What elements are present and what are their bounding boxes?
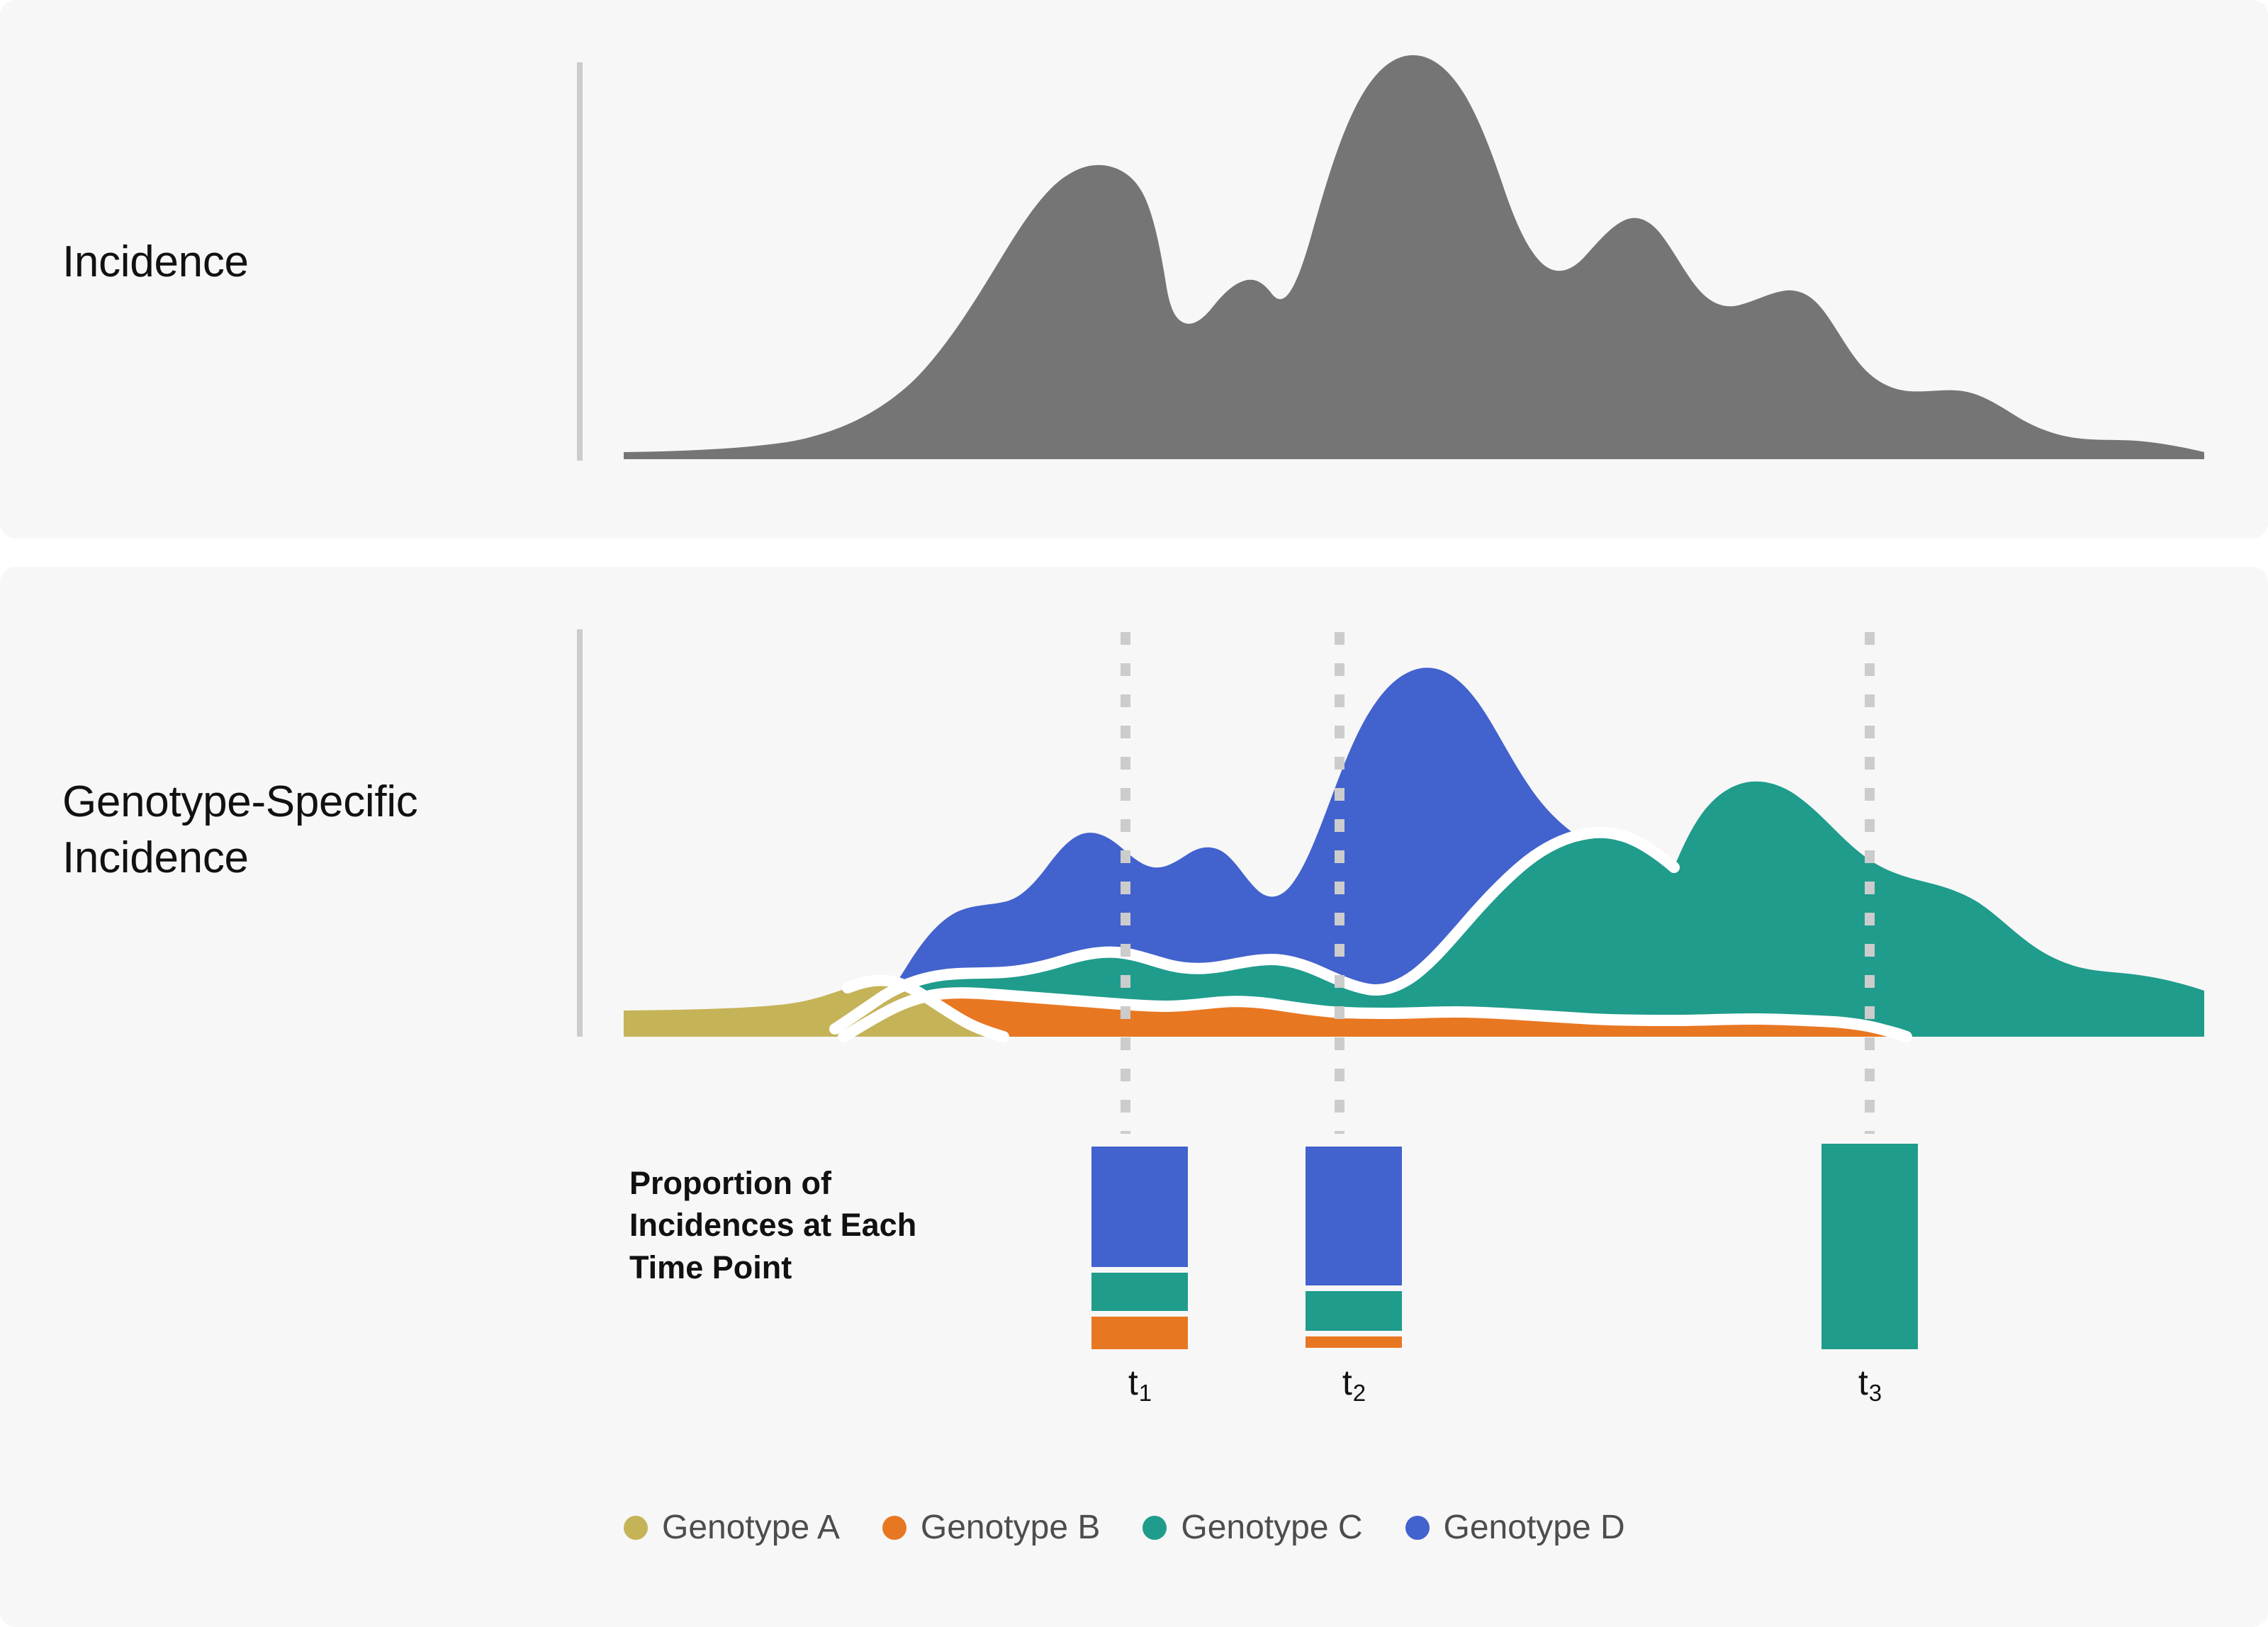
figure-root: Incidence Genotype-Specific Incidence Pr… [0,0,2268,1627]
tick-label-t1: t1 [1128,1363,1152,1406]
bar-t1-genotype-c [1091,1273,1188,1311]
legend-swatch-icon [1143,1515,1167,1540]
proportion-bar-t1 [1091,1147,1188,1349]
legend-label: Genotype C [1181,1509,1363,1546]
legend: Genotype A Genotype B Genotype C Genotyp… [624,1508,1625,1547]
bar-t1-genotype-b [1091,1317,1188,1349]
proportion-bar-t3 [1821,1144,1918,1349]
legend-label: Genotype B [920,1509,1101,1546]
legend-label: Genotype D [1443,1509,1625,1546]
legend-item-genotype-a[interactable]: Genotype A [624,1508,840,1547]
legend-label: Genotype A [662,1509,840,1546]
bar-t1-genotype-d [1091,1147,1188,1267]
bar-t2-genotype-b [1306,1336,1402,1348]
bar-t3-genotype-c [1821,1144,1918,1349]
incidence-area [624,55,2204,459]
legend-item-genotype-c[interactable]: Genotype C [1143,1508,1363,1547]
axis-line-genotype [577,629,583,1037]
legend-item-genotype-d[interactable]: Genotype D [1405,1508,1625,1547]
legend-swatch-icon [882,1515,906,1540]
bar-t2-genotype-c [1306,1291,1402,1331]
legend-swatch-icon [624,1515,648,1540]
tick-label-t2: t2 [1342,1363,1366,1406]
tick-label-t3: t3 [1858,1363,1882,1406]
legend-item-genotype-b[interactable]: Genotype B [882,1508,1101,1547]
proportion-bar-t2 [1306,1147,1402,1348]
legend-swatch-icon [1405,1515,1430,1540]
axis-line-incidence [577,62,583,461]
bar-t2-genotype-d [1306,1147,1402,1285]
